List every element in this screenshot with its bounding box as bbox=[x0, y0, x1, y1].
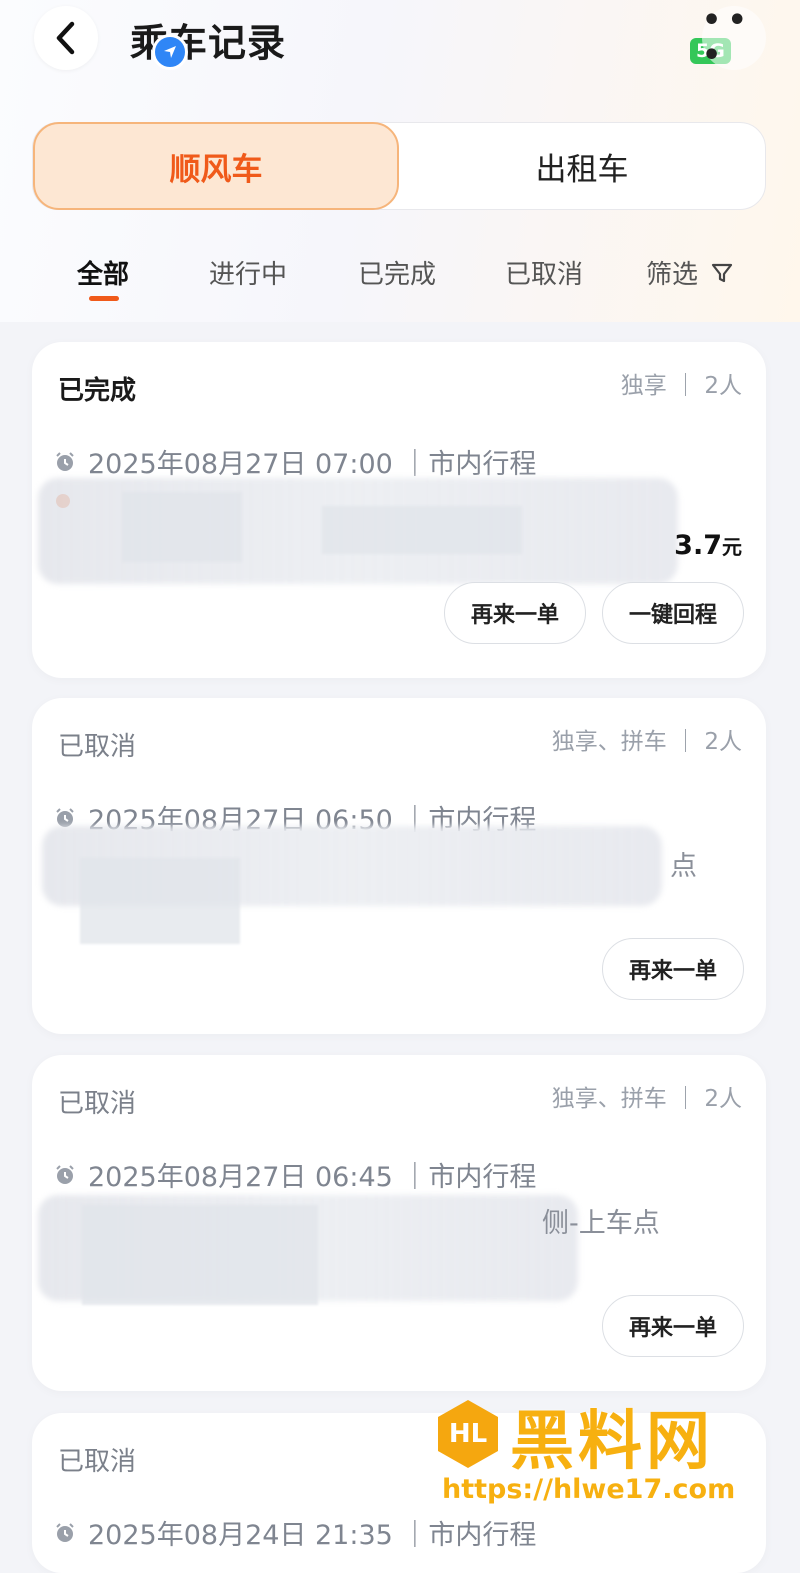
watermark-url: https://hlwe17.com bbox=[442, 1474, 736, 1505]
trip-status: 已取消 bbox=[58, 732, 137, 762]
trip-time-row: 2025年08月24日 21:35 ｜市内行程 bbox=[54, 1513, 536, 1552]
redaction-block bbox=[322, 506, 522, 554]
tab-all[interactable]: 全部 bbox=[77, 254, 129, 291]
more-icon: • • • bbox=[702, 3, 747, 73]
tab-filter[interactable]: 筛选 bbox=[646, 254, 734, 291]
segment-taxi[interactable]: 出租车 bbox=[399, 123, 765, 209]
trip-card[interactable]: 已取消 独享、拼车 ｜ 2人 2025年08月27日 06:45 ｜市内行程 侧… bbox=[32, 1055, 766, 1391]
more-button[interactable]: • • • bbox=[702, 3, 766, 73]
trip-status: 已取消 bbox=[58, 1447, 137, 1477]
trip-time: 2025年08月27日 07:00 ｜市内行程 bbox=[88, 449, 537, 480]
reorder-button[interactable]: 再来一单 bbox=[602, 1295, 744, 1357]
tab-cancelled[interactable]: 已取消 bbox=[505, 254, 583, 291]
chevron-left-icon bbox=[56, 21, 75, 55]
redaction-block bbox=[82, 1205, 318, 1305]
reorder-button[interactable]: 再来一单 bbox=[602, 938, 744, 1000]
trip-time-row: 2025年08月27日 07:00 ｜市内行程 bbox=[54, 442, 536, 481]
redaction-block bbox=[80, 858, 240, 944]
trip-time: 2025年08月24日 21:35 ｜市内行程 bbox=[88, 1520, 537, 1551]
watermark-text: 黑料网 bbox=[510, 1405, 714, 1479]
trip-price: 3.7元 bbox=[674, 530, 742, 561]
trip-status: 已完成 bbox=[58, 376, 137, 406]
redaction-block bbox=[122, 492, 242, 562]
tab-in-progress[interactable]: 进行中 bbox=[209, 254, 287, 291]
reorder-button[interactable]: 再来一单 bbox=[444, 582, 586, 644]
alarm-clock-icon bbox=[56, 451, 74, 471]
trip-meta: 独享 ｜ 2人 bbox=[620, 373, 742, 399]
trip-time-row: 2025年08月27日 06:45 ｜市内行程 bbox=[54, 1155, 536, 1194]
price-value: 3.7 bbox=[674, 530, 722, 561]
trip-meta: 独享、拼车 ｜ 2人 bbox=[551, 729, 742, 755]
address-tail: 侧-上车点 bbox=[542, 1208, 660, 1239]
back-button[interactable] bbox=[34, 6, 98, 70]
trip-meta: 独享、拼车 ｜ 2人 bbox=[551, 1086, 742, 1112]
site-watermark: HL 黑料网 https://hlwe17.com bbox=[438, 1394, 768, 1506]
address-tail: 点 bbox=[670, 851, 697, 882]
ride-type-switch: 顺风车 出租车 bbox=[32, 122, 766, 210]
trip-card[interactable]: 已完成 独享 ｜ 2人 2025年08月27日 07:00 ｜市内行程 3.7元… bbox=[32, 342, 766, 678]
tab-active-indicator bbox=[89, 296, 119, 301]
filter-icon bbox=[711, 263, 733, 282]
status-tabs: 全部 进行中 已完成 已取消 筛选 bbox=[0, 246, 800, 306]
alarm-clock-icon bbox=[56, 1522, 74, 1542]
alarm-clock-icon bbox=[56, 1164, 74, 1184]
trip-card[interactable]: 已取消 独享、拼车 ｜ 2人 2025年08月27日 06:50 ｜市内行程 点… bbox=[32, 698, 766, 1034]
price-unit: 元 bbox=[722, 535, 742, 559]
trip-time: 2025年08月27日 06:45 ｜市内行程 bbox=[88, 1162, 537, 1193]
tab-completed[interactable]: 已完成 bbox=[358, 254, 436, 291]
filter-label: 筛选 bbox=[646, 260, 699, 290]
watermark-logo: HL bbox=[438, 1400, 498, 1468]
trip-status: 已取消 bbox=[58, 1089, 137, 1119]
segment-hitch[interactable]: 顺风车 bbox=[33, 122, 399, 210]
location-arrow-icon bbox=[152, 34, 188, 70]
return-trip-button[interactable]: 一键回程 bbox=[602, 582, 744, 644]
